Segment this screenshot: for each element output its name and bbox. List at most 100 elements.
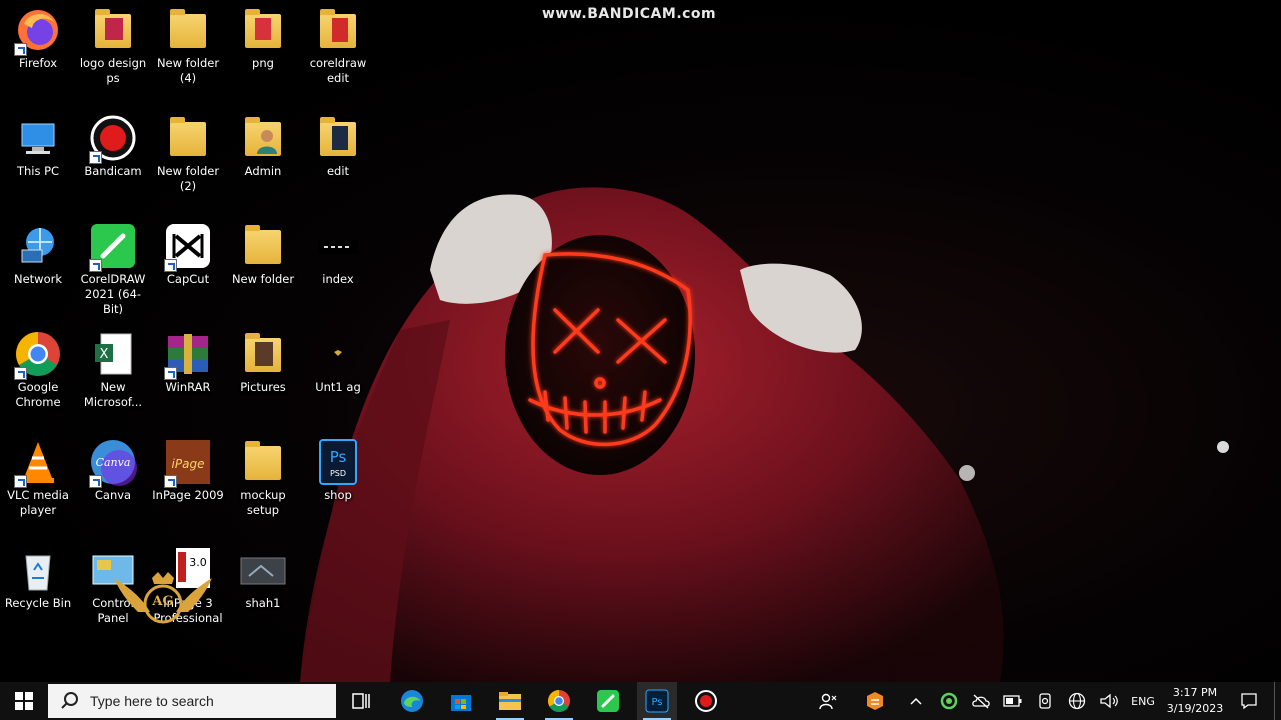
- icon-label: CapCut: [166, 272, 210, 286]
- notification-bubble-icon: [1241, 693, 1257, 710]
- icon-label: Recycle Bin: [4, 596, 72, 610]
- clock-button[interactable]: 3:17 PM 3/19/2023: [1163, 685, 1227, 717]
- desktop-icon-new-microsoft-excel[interactable]: X New Microsof...: [77, 330, 149, 410]
- icon-label: VLC media player: [7, 488, 69, 517]
- photoshop-icon: Ps: [645, 689, 669, 713]
- cloud-off-icon: [972, 694, 990, 709]
- ag-logo-text: AG: [152, 594, 174, 609]
- shortcut-arrow-icon: [164, 259, 177, 272]
- bandicam-record-icon: [695, 690, 717, 712]
- recycle-bin-icon: [14, 546, 62, 594]
- firefox-icon: [14, 6, 62, 56]
- icon-label: png: [252, 56, 274, 70]
- coreldraw-icon: [89, 222, 137, 272]
- svg-text:Ps: Ps: [651, 697, 662, 708]
- icon-label: Pictures: [240, 380, 286, 394]
- desktop-icon-google-chrome[interactable]: Google Chrome: [2, 330, 74, 410]
- taskbar-edge[interactable]: [392, 682, 432, 720]
- desktop-icon-new-folder[interactable]: New folder: [227, 222, 299, 287]
- icon-label: Firefox: [18, 56, 58, 70]
- taskbar-chrome[interactable]: [539, 682, 579, 720]
- folder-icon: [314, 6, 362, 54]
- desktop-icon-shop[interactable]: Ps PSD shop: [302, 438, 374, 503]
- app-tray-icon: [867, 692, 883, 710]
- language-indicator: ENG: [1131, 694, 1155, 708]
- icon-label: InPage 2009: [152, 488, 224, 502]
- task-view-button[interactable]: [342, 682, 380, 720]
- desktop-icon-bandicam[interactable]: Bandicam: [77, 114, 149, 179]
- taskbar-search-box[interactable]: Type here to search: [48, 684, 336, 718]
- icon-label: Unt1 ag: [315, 380, 361, 394]
- desktop-icon-png[interactable]: png: [227, 6, 299, 71]
- desktop-icon-pictures[interactable]: Pictures: [227, 330, 299, 395]
- capcut-icon: [164, 222, 212, 272]
- desktop-icon-winrar[interactable]: WinRAR: [152, 330, 224, 395]
- folder-icon: [239, 6, 287, 54]
- windows-logo-icon: [15, 692, 33, 710]
- desktop-icon-firefox[interactable]: Firefox: [2, 6, 74, 71]
- taskbar-bandicam[interactable]: [686, 682, 726, 720]
- svg-text:Ps: Ps: [330, 448, 347, 466]
- task-view-icon: [352, 693, 370, 709]
- folder-icon: [239, 222, 287, 270]
- icon-label: shah1: [245, 596, 281, 610]
- svg-text:X: X: [100, 347, 109, 362]
- desktop-icon-logo-design-ps[interactable]: logo design ps: [77, 6, 149, 86]
- icon-label: Canva: [94, 488, 132, 502]
- speaker-icon: [1100, 693, 1118, 709]
- desktop-icon-index[interactable]: index: [302, 222, 374, 287]
- start-button[interactable]: [0, 682, 48, 720]
- icon-label: Google Chrome: [15, 380, 61, 409]
- desktop-icon-network[interactable]: Network: [2, 222, 74, 287]
- taskbar-coreldraw[interactable]: [588, 682, 628, 720]
- desktop-icon-capcut[interactable]: CapCut: [152, 222, 224, 287]
- icon-label: mockup setup: [240, 488, 286, 517]
- notifications-button[interactable]: [1234, 682, 1264, 720]
- desktop-icon-edit[interactable]: edit: [302, 114, 374, 179]
- shortcut-arrow-icon: [89, 475, 102, 488]
- inpage-icon: iPage: [164, 438, 212, 488]
- shortcut-arrow-icon: [164, 367, 177, 380]
- tray-app-button[interactable]: [860, 682, 890, 720]
- tray-status-button[interactable]: [936, 682, 962, 720]
- shortcut-arrow-icon: [14, 43, 27, 56]
- network-button[interactable]: [1064, 682, 1090, 720]
- desktop-icon-coreldraw-edit[interactable]: coreldraw edit: [302, 6, 374, 86]
- battery-button[interactable]: [1000, 682, 1026, 720]
- icon-label: Admin: [244, 164, 282, 178]
- people-button[interactable]: [814, 682, 842, 720]
- desktop-icon-new-folder-4[interactable]: New folder (4): [152, 6, 224, 86]
- tray-cloud-button[interactable]: [968, 682, 994, 720]
- taskbar-file-explorer[interactable]: [490, 682, 530, 720]
- desktop-icon-inpage-2009[interactable]: iPage InPage 2009: [152, 438, 224, 503]
- icon-label: Network: [13, 272, 63, 286]
- desktop-icon-unt1-ag[interactable]: Unt1 ag: [302, 330, 374, 395]
- volume-button[interactable]: [1096, 682, 1122, 720]
- device-button[interactable]: [1032, 682, 1058, 720]
- taskbar-photoshop[interactable]: Ps: [637, 682, 677, 720]
- folder-icon: [239, 438, 287, 486]
- svg-text:PSD: PSD: [330, 469, 346, 478]
- icon-label: New folder (2): [156, 164, 220, 193]
- desktop-icon-this-pc[interactable]: This PC: [2, 114, 74, 179]
- people-icon: [819, 693, 837, 710]
- desktop-icon-coreldraw[interactable]: CorelDRAW 2021 (64-Bit): [77, 222, 149, 317]
- taskbar-store[interactable]: [441, 682, 481, 720]
- show-desktop-button[interactable]: [1274, 682, 1275, 720]
- photoshop-file-icon: Ps PSD: [314, 438, 362, 486]
- desktop-icon-new-folder-2[interactable]: New folder (2): [152, 114, 224, 194]
- language-button[interactable]: ENG: [1126, 682, 1160, 720]
- show-hidden-icons-button[interactable]: [904, 682, 928, 720]
- desktop-icon-shah1[interactable]: shah1: [227, 546, 299, 611]
- desktop-icon-mockup-setup[interactable]: mockup setup: [227, 438, 299, 518]
- shortcut-arrow-icon: [164, 475, 177, 488]
- chrome-icon: [548, 690, 570, 712]
- desktop-icon-recycle-bin[interactable]: Recycle Bin: [2, 546, 74, 611]
- bandicam-record-icon: [89, 114, 137, 164]
- desktop-icon-canva[interactable]: Canva Canva: [77, 438, 149, 503]
- icon-label: shop: [324, 488, 352, 502]
- desktop-icon-vlc[interactable]: VLC media player: [2, 438, 74, 518]
- battery-icon: [1003, 695, 1022, 707]
- desktop-icon-admin[interactable]: Admin: [227, 114, 299, 179]
- bandicam-watermark: www.BANDICAM.com: [542, 6, 717, 22]
